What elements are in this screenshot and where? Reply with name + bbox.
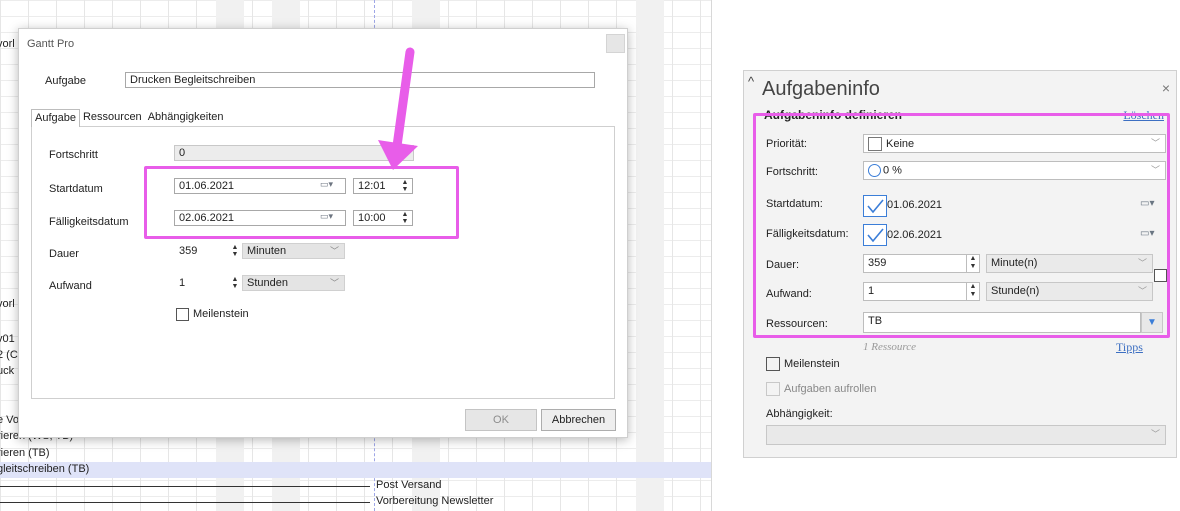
effort-unit-value: Stunden (247, 277, 288, 289)
resource-count: 1 Ressource (863, 341, 917, 353)
dependency-select[interactable]: ﹀ (766, 425, 1166, 445)
task-name-label: Aufgabe (45, 75, 86, 87)
progress-label: Fortschritt (49, 149, 98, 161)
pane-milestone-checkbox[interactable] (766, 357, 780, 371)
dialog-tabs: Aufgabe Ressourcen Abhängigkeiten (31, 109, 227, 127)
weekend-column (636, 0, 664, 511)
close-icon[interactable]: × (1162, 80, 1170, 96)
selected-task-row[interactable] (0, 462, 711, 478)
tab-abhaengigkeiten[interactable]: Abhängigkeiten (145, 109, 227, 127)
highlight-box (144, 166, 459, 239)
rollup-row[interactable]: Aufgaben aufrollen (766, 382, 876, 396)
task-name-fragment: v01 (0, 333, 15, 345)
annotation-arrow-icon (378, 47, 418, 170)
task-name-fragment: vorl (0, 38, 15, 50)
task-bar-label: Vorbereitung Newsletter (376, 495, 494, 507)
collapse-caret-icon[interactable]: ^ (743, 74, 759, 96)
duration-label: Dauer (49, 248, 79, 260)
duration-unit-select[interactable]: Minuten ﹀ (242, 243, 345, 259)
pane-milestone-row[interactable]: Meilenstein (766, 357, 840, 371)
chevron-down-icon: ﹀ (329, 278, 339, 288)
due-date-label: Fälligkeitsdatum (49, 216, 129, 228)
task-name-fragment: gleitschreiben (TB) (0, 463, 90, 475)
dialog-title: Gantt Pro (27, 38, 75, 50)
rollup-label: Aufgaben aufrollen (784, 382, 877, 395)
chevron-down-icon: ﹀ (329, 246, 339, 256)
spin-arrows-icon[interactable]: ▲ ▼ (230, 276, 240, 290)
milestone-checkbox[interactable] (176, 308, 189, 321)
task-name-fragment: rieren (TB) (0, 447, 50, 459)
effort-unit-select[interactable]: Stunden ﹀ (242, 275, 345, 291)
effort-label: Aufwand (49, 280, 92, 292)
milestone-label: Meilenstein (193, 308, 249, 320)
spin-arrows-icon[interactable]: ▲ ▼ (230, 244, 240, 258)
task-name-input[interactable]: Drucken Begleitschreiben (125, 72, 595, 88)
task-bar-label: Post Versand (376, 479, 442, 491)
cancel-button[interactable]: Abbrechen (541, 409, 616, 431)
dialog-close-button[interactable] (606, 34, 625, 53)
task-name-fragment: e Vo (0, 414, 20, 426)
task-name-fragment: uck (0, 365, 15, 377)
tab-ressourcen[interactable]: Ressourcen (80, 109, 145, 127)
tab-aufgabe[interactable]: Aufgabe (31, 109, 80, 127)
task-bar-line (0, 486, 370, 487)
pane-milestone-label: Meilenstein (784, 357, 840, 370)
task-bar-line (0, 502, 370, 503)
task-name-fragment: 2 (C (0, 349, 18, 361)
tips-link[interactable]: Tipps (1116, 340, 1143, 355)
effort-input[interactable]: 1 (174, 275, 238, 291)
rollup-checkbox[interactable] (766, 382, 780, 396)
start-date-label: Startdatum (49, 183, 103, 195)
ok-button[interactable]: OK (465, 409, 537, 431)
task-name-fragment: vorl (0, 298, 15, 310)
pane-highlight-box (753, 113, 1170, 338)
dependency-label: Abhängigkeit: (766, 408, 833, 420)
pane-title: Aufgabeninfo (762, 78, 880, 100)
duration-unit-value: Minuten (247, 245, 287, 257)
duration-input[interactable]: 359 (174, 243, 238, 259)
chevron-down-icon: ﹀ (1150, 429, 1160, 439)
